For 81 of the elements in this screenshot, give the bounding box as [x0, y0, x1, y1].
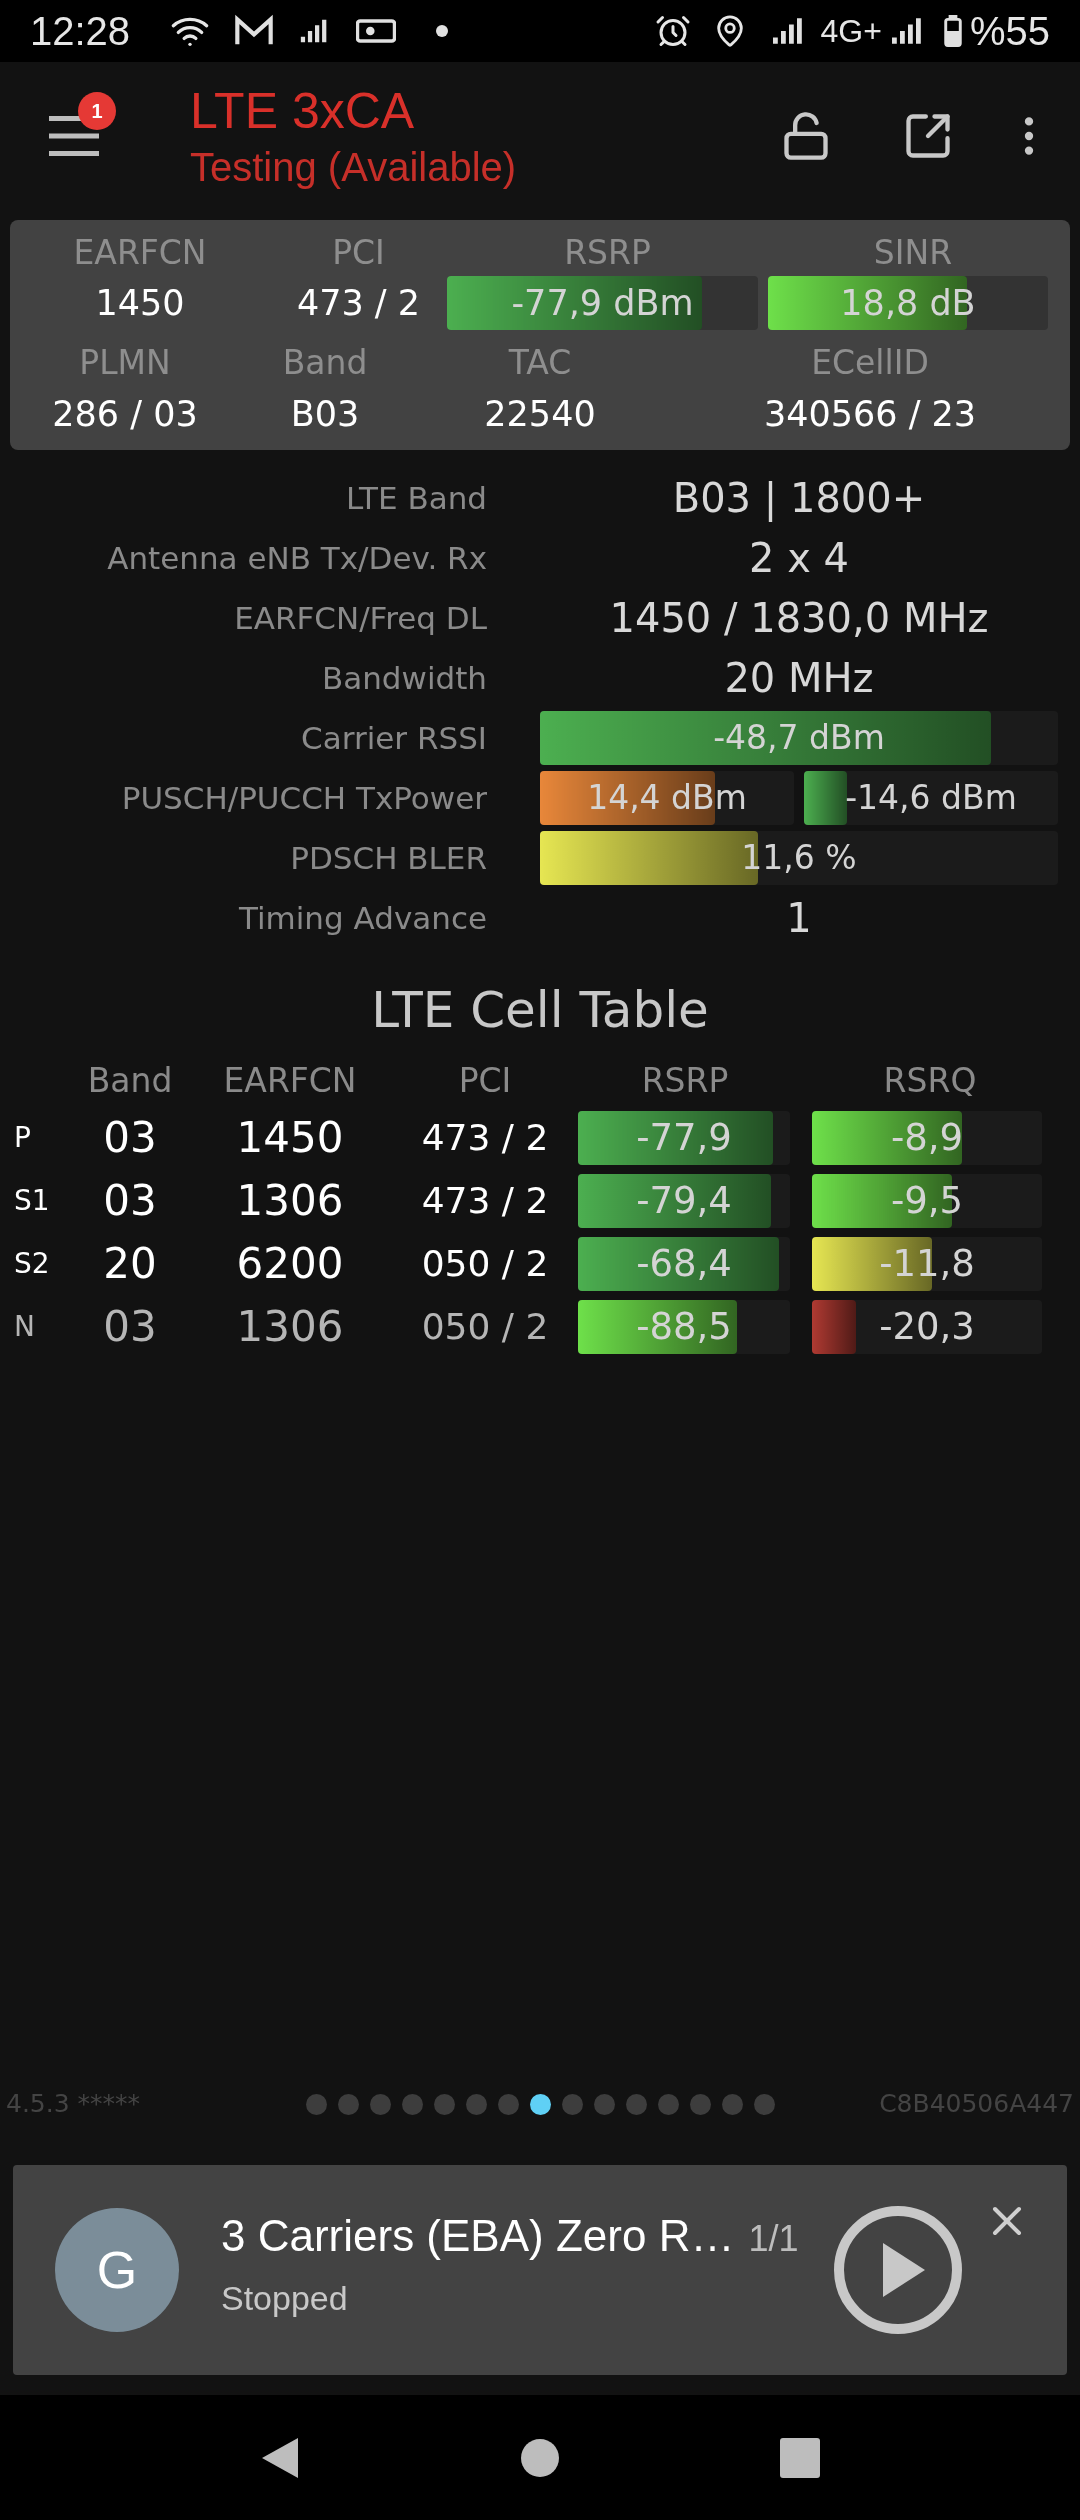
table-cell-text: 473 / 2	[420, 1178, 550, 1223]
notification-status: Stopped	[221, 2278, 349, 2319]
meter-reading: -77,9	[635, 1114, 733, 1161]
cell-type: N	[13, 1308, 36, 1345]
avatar: G	[55, 2208, 179, 2332]
column-header: Band	[86, 1060, 174, 1103]
column-header: RSRQ	[882, 1060, 978, 1103]
table-cell-text: 20	[102, 1238, 158, 1290]
table-cell-text: 1306	[235, 1301, 345, 1353]
home-icon[interactable]	[521, 2438, 559, 2477]
meter-reading: -11,8	[878, 1240, 976, 1287]
table-cell-text: 1450	[235, 1112, 345, 1164]
table-cell-text: 03	[102, 1175, 158, 1227]
detail-label: LTE Band	[345, 478, 487, 518]
meter-reading: -88,5	[635, 1303, 733, 1350]
table-cell-text: 050 / 2	[420, 1304, 550, 1349]
notification-card[interactable]: G 3 Carriers (EBA) Zero R… 1/1 Stopped	[13, 2165, 1067, 2375]
column-header: EARFCN	[222, 1060, 358, 1103]
notification-badge: 1	[78, 92, 116, 130]
notification-title: 3 Carriers (EBA) Zero R…	[221, 2210, 735, 2262]
table-cell-text: 6200	[235, 1238, 345, 1290]
meter-reading: -79,4	[635, 1177, 733, 1224]
cell-type: P	[13, 1119, 32, 1156]
recents-icon[interactable]	[779, 2437, 820, 2478]
back-icon[interactable]	[260, 2435, 301, 2480]
table-cell-text: 03	[102, 1301, 158, 1353]
detail-value: 2 x 4	[748, 534, 850, 583]
dot-icon	[436, 25, 449, 37]
meter-reading: -20,3	[878, 1303, 976, 1350]
battery-percent: %55	[969, 8, 1050, 55]
detail-label: PDSCH BLER	[289, 838, 487, 878]
summary-value: B03	[289, 392, 361, 436]
summary-label: EARFCN	[72, 232, 208, 274]
summary-label: TAC	[507, 342, 573, 384]
detail-value: B03 | 1800+	[671, 474, 927, 524]
status-time: 12:28	[30, 8, 131, 55]
summary-value: 340566 / 23	[762, 392, 978, 436]
column-header: PCI	[457, 1060, 513, 1103]
detail-label: Timing Advance	[237, 898, 487, 938]
detail-label: PUSCH/PUCCH TxPower	[120, 778, 487, 818]
battery-icon	[943, 15, 962, 47]
screen-subtitle: Testing (Available)	[190, 144, 517, 191]
meter-reading: -77,9 dBm	[510, 281, 695, 325]
summary-value: 473 / 2	[295, 281, 422, 325]
column-header: RSRP	[640, 1060, 730, 1103]
table-cell-text: 473 / 2	[420, 1115, 550, 1160]
summary-value: 22540	[483, 392, 597, 436]
detail-label: Bandwidth	[320, 658, 487, 698]
summary-label: PCI	[331, 232, 386, 274]
summary-label: Band	[281, 342, 369, 384]
screen-title: LTE 3xCA	[190, 82, 416, 141]
summary-label: RSRP	[563, 232, 652, 274]
notification-count: 1/1	[748, 2217, 799, 2261]
cell-type: S1	[13, 1182, 51, 1219]
detail-label: Carrier RSSI	[300, 718, 487, 758]
table-cell-text: 050 / 2	[420, 1241, 550, 1286]
detail-value: 20 MHz	[723, 654, 875, 703]
cell-type: S2	[13, 1245, 51, 1282]
meter-reading: 18,8 dB	[839, 281, 977, 325]
meter-reading: -68,4	[635, 1240, 733, 1287]
summary-value: 1450	[94, 281, 186, 325]
detail-label: Antenna eNB Tx/Dev. Rx	[106, 538, 487, 578]
summary-label: ECellID	[810, 342, 930, 384]
summary-label: SINR	[872, 232, 954, 274]
meter-reading: -48,7 dBm	[712, 717, 886, 760]
play-button[interactable]	[833, 2205, 963, 2335]
summary-value: 286 / 03	[51, 392, 199, 436]
meter-reading: 14,4 dBm	[586, 777, 748, 820]
meter-reading: -8,9	[889, 1114, 965, 1161]
meter-reading: 11,6 %	[740, 837, 858, 880]
alarm-icon	[654, 13, 691, 49]
detail-value: 1	[785, 894, 813, 943]
detail-label: EARFCN/Freq DL	[233, 598, 487, 638]
table-title: LTE Cell Table	[370, 980, 710, 1041]
summary-label: PLMN	[78, 342, 172, 384]
network-type: 4G+	[820, 12, 882, 51]
meter-reading: -14,6 dBm	[844, 777, 1018, 820]
card-icon	[356, 16, 397, 46]
table-cell-text: 03	[102, 1112, 158, 1164]
detail-value: 1450 / 1830,0 MHz	[608, 594, 990, 643]
table-cell-text: 1306	[235, 1175, 345, 1227]
